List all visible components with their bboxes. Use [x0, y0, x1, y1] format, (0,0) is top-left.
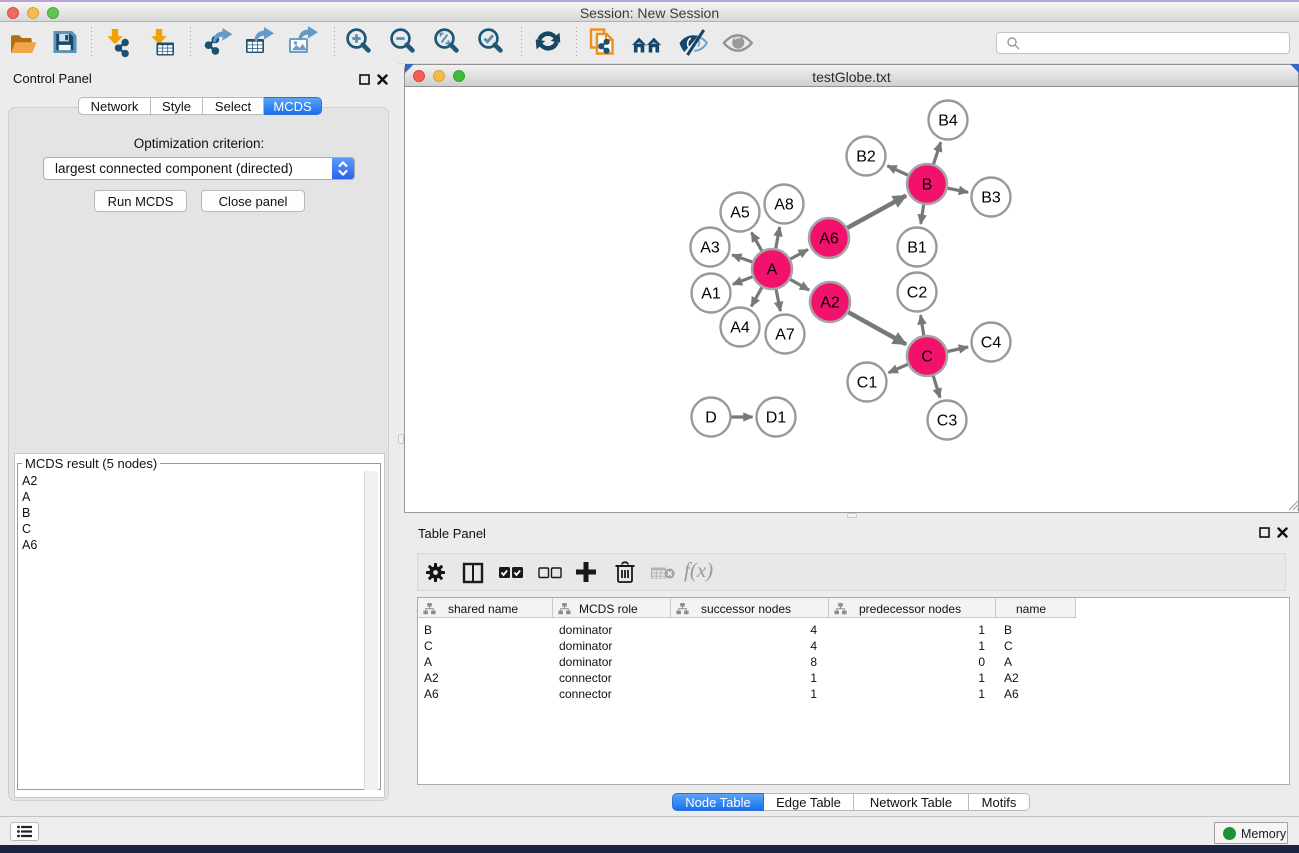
svg-text:A6: A6 [819, 231, 839, 248]
svg-text:B3: B3 [981, 190, 1001, 207]
svg-text:B: B [922, 177, 933, 194]
svg-text:A8: A8 [774, 197, 794, 214]
svg-text:D1: D1 [766, 410, 787, 427]
svg-text:A1: A1 [701, 286, 721, 303]
svg-text:C1: C1 [857, 375, 878, 392]
svg-text:A7: A7 [775, 327, 795, 344]
svg-text:D: D [705, 410, 717, 427]
svg-text:B1: B1 [907, 240, 927, 257]
svg-text:A2: A2 [820, 295, 840, 312]
svg-text:A5: A5 [730, 205, 750, 222]
svg-text:B2: B2 [856, 149, 876, 166]
svg-text:C3: C3 [937, 413, 958, 430]
svg-text:A3: A3 [700, 240, 720, 257]
svg-text:C4: C4 [981, 335, 1002, 352]
svg-text:C2: C2 [907, 285, 928, 302]
svg-text:C: C [921, 349, 933, 366]
svg-text:A: A [767, 262, 778, 279]
svg-text:B4: B4 [938, 113, 958, 130]
svg-text:A4: A4 [730, 320, 750, 337]
